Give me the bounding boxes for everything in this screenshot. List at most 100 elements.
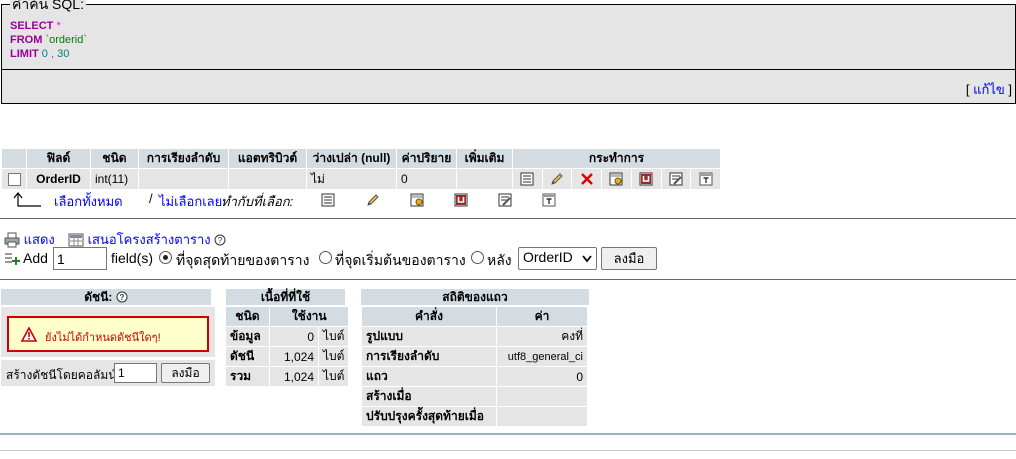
table-row: รวม 1,024 ไบต์ (226, 367, 349, 386)
space-value: 0 (270, 327, 318, 346)
space-col-type: ชนิด (226, 307, 269, 326)
pencil-icon (551, 173, 563, 185)
bottom-divider-2 (0, 450, 1016, 451)
help-icon[interactable]: ? (116, 291, 128, 303)
row-stats-table: คำสั่ง ค่า รูปแบบ คงที่ การเรียงลำดับ ut… (361, 306, 588, 427)
bracket-close: ] (1008, 82, 1012, 97)
print-view-link[interactable]: แสดง (24, 232, 55, 247)
add-label: Add (23, 250, 48, 266)
create-index-count-input[interactable] (114, 363, 157, 383)
warning-icon (21, 327, 37, 342)
bracket-open: [ (965, 82, 970, 97)
action-fulltext[interactable] (691, 169, 720, 189)
action-drop[interactable] (572, 169, 602, 189)
stats-label: ปรับปรุงครั้งสุดท้ายเมื่อ (362, 407, 496, 426)
cell-extra (457, 169, 512, 189)
divider-1 (0, 218, 1016, 219)
primary-key-icon[interactable] (409, 192, 425, 208)
space-unit: ไบต์ (319, 327, 349, 346)
header-collation[interactable]: การเรียงลำดับ (139, 149, 228, 168)
bottom-divider (0, 433, 1016, 435)
no-index-warning: ยังไม่ได้กำหนดดัชนีใดๆ! (7, 316, 209, 352)
header-null[interactable]: ว่างเปล่า (null) (307, 149, 396, 168)
sql-limit-count: 30 (57, 48, 70, 60)
index-icon[interactable] (497, 192, 513, 208)
help-icon[interactable]: ? (214, 234, 226, 246)
stats-value: utf8_general_ci (497, 347, 587, 366)
action-primary[interactable] (602, 169, 631, 189)
indexes-header: ดัชนี: ? (1, 289, 211, 305)
cell-null: ไม่ (307, 169, 396, 189)
stats-label: การเรียงลำดับ (362, 347, 496, 366)
stats-label: แถว (362, 367, 496, 386)
sql-edit-links: [ แก้ไข ] (966, 79, 1012, 100)
fulltext-icon (699, 172, 713, 186)
table-row: รูปแบบ คงที่ (362, 327, 587, 346)
stats-value (497, 387, 587, 406)
arrow-up-left-icon (13, 192, 41, 207)
at-end-label: ที่จุดสุดท้ายของตาราง (176, 252, 310, 268)
space-value: 1,024 (270, 367, 318, 386)
create-index-row: สร้างดัชนีโดยคอลัมน์ ลงมือ (1, 360, 215, 386)
create-index-go-button[interactable]: ลงมือ (161, 363, 210, 383)
sql-keyword-select: SELECT (10, 20, 54, 32)
cell-default: 0 (397, 169, 456, 189)
pencil-icon[interactable] (365, 192, 381, 208)
header-extra[interactable]: เพิ่มเติม (457, 149, 512, 168)
add-field-icon (5, 253, 20, 265)
table-row: แถว 0 (362, 367, 587, 386)
space-unit: ไบต์ (319, 347, 349, 366)
space-label: รวม (226, 367, 269, 386)
cell-attributes (229, 169, 306, 189)
primary-key-icon (609, 172, 623, 186)
space-label: ข้อมูล (226, 327, 269, 346)
browse-distinct-icon[interactable] (320, 192, 336, 208)
unique-icon[interactable] (453, 192, 469, 208)
after-column-select[interactable]: OrderID (518, 247, 597, 270)
cell-field: OrderID (27, 169, 90, 189)
table-row: ข้อมูล 0 ไบต์ (226, 327, 349, 346)
space-usage-table: ชนิด ใช้งาน ข้อมูล 0 ไบต์ ดัชนี 1,024 ไบ… (225, 306, 349, 387)
sql-keyword-from: FROM (10, 34, 43, 46)
unique-icon (639, 172, 653, 186)
space-label: ดัชนี (226, 347, 269, 366)
row-stats-header: สถิติของแถว (361, 289, 589, 305)
stats-value (497, 407, 587, 426)
radio-at-end[interactable] (159, 251, 172, 264)
space-unit: ไบต์ (319, 367, 349, 386)
row-checkbox[interactable] (7, 173, 21, 187)
space-col-usage: ใช้งาน (270, 307, 349, 326)
after-label: หลัง (487, 252, 512, 268)
svg-text:?: ? (218, 236, 223, 245)
drop-x-icon (580, 173, 593, 185)
propose-structure-link[interactable]: เสนอโครงสร้างตาราง (88, 232, 211, 247)
sql-edit-bar: [ แก้ไข ] (1, 70, 1016, 104)
header-attributes[interactable]: แอตทริบิวต์ (229, 149, 306, 168)
add-fields-go-button[interactable]: ลงมือ (601, 247, 657, 270)
sql-table-name: `orderid` (45, 34, 88, 46)
edit-sql-link[interactable]: แก้ไข (973, 82, 1005, 97)
stats-value: คงที่ (497, 327, 587, 346)
radio-at-beginning[interactable] (319, 251, 332, 264)
cell-type: int(11) (91, 169, 138, 189)
browse-distinct-icon (520, 172, 534, 186)
sql-query-code: SELECT * FROM `orderid` LIMIT 0 , 30 (10, 19, 87, 61)
action-unique[interactable] (631, 169, 661, 189)
header-field[interactable]: ฟิลด์ (27, 149, 90, 168)
indexes-title: ดัชนี: (84, 290, 113, 304)
check-all-link[interactable]: เลือกทั้งหมด (54, 191, 123, 212)
action-edit[interactable] (542, 169, 572, 189)
fulltext-icon[interactable] (541, 192, 557, 208)
sql-limit-sep: , (50, 48, 55, 60)
table-row: ปรับปรุงครั้งสุดท้ายเมื่อ (362, 407, 587, 426)
with-selected-label: ทำกับที่เลือก: (221, 194, 294, 209)
uncheck-all-link[interactable]: ไม่เลือกเลย (159, 191, 222, 212)
action-index[interactable] (661, 169, 691, 189)
header-type[interactable]: ชนิด (91, 149, 138, 168)
header-default[interactable]: ค่าปริยาย (397, 149, 456, 168)
sql-query-legend: คำค้น SQL: (10, 0, 86, 11)
action-browse-distinct[interactable] (513, 169, 542, 189)
radio-after[interactable] (471, 251, 484, 264)
stats-label: สร้างเมื่อ (362, 387, 496, 406)
add-field-count-input[interactable] (53, 247, 107, 270)
